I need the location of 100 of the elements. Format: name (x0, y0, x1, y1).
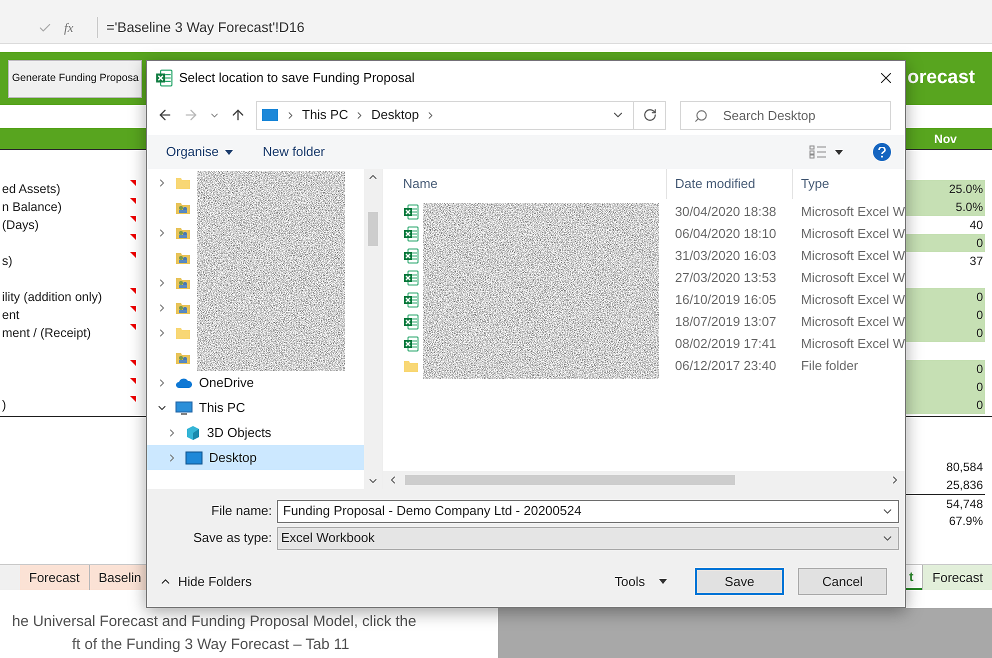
date-modified: 08/02/2019 17:41 (674, 335, 778, 354)
file-row[interactable]: 06/04/2020 18:10 Microsoft Excel W (382, 223, 905, 245)
breadcrumb-item[interactable]: Desktop (371, 105, 419, 125)
cloud-icon (175, 376, 193, 388)
month-header: Nov (933, 131, 958, 148)
file-type: File folder (800, 357, 860, 376)
file-type: Microsoft Excel W (800, 203, 905, 222)
row-label: (Days) (2, 216, 39, 234)
function-button[interactable]: fx (64, 18, 74, 38)
spreadsheet-icon (402, 226, 419, 242)
value-cell: 0 (906, 288, 985, 306)
nav-label: 3D Objects (207, 424, 272, 442)
file-type: Microsoft Excel W (800, 313, 905, 332)
save-type-dropdown[interactable]: Excel Workbook (277, 526, 899, 550)
row-label: ) (2, 396, 6, 414)
spreadsheet-icon (155, 69, 173, 87)
dropdown-icon (659, 579, 667, 584)
file-type: Microsoft Excel W (800, 335, 905, 354)
toolbar-button[interactable]: Organise (166, 142, 233, 162)
date-modified: 31/03/2020 16:03 (674, 247, 778, 266)
file-name-field[interactable]: Funding Proposal - Demo Company Ltd - 20200524 (277, 500, 899, 522)
field-label: Save as type: (192, 529, 272, 548)
nav-item[interactable]: 3D Objects (147, 420, 364, 445)
dialog-button[interactable]: Save (695, 568, 784, 595)
date-modified: 18/07/2019 13:07 (674, 313, 778, 332)
row-label: ent (2, 306, 20, 324)
column-header[interactable]: Type (792, 169, 905, 199)
row-label: ment / (Receipt) (2, 324, 91, 342)
tools-button[interactable]: Tools (614, 572, 667, 592)
total-value: 67.9% (948, 513, 984, 530)
row-label: n Balance) (2, 198, 62, 216)
field-label: File name: (210, 502, 272, 520)
help-icon[interactable] (873, 143, 891, 161)
value-cell: 0 (906, 378, 985, 396)
sheet-tab[interactable]: Forecast (922, 565, 992, 590)
computer-icon (261, 108, 279, 122)
file-type: Microsoft Excel W (800, 225, 905, 244)
formula-text[interactable]: ='Baseline 3 Way Forecast'!D16 (97, 17, 305, 38)
spreadsheet-icon (402, 336, 419, 352)
refresh-button[interactable] (634, 100, 666, 130)
back-icon[interactable] (157, 107, 173, 123)
spreadsheet-icon (402, 292, 419, 308)
spreadsheet-icon (402, 204, 419, 220)
file-type: Microsoft Excel W (800, 247, 905, 266)
value-cell: 0 (906, 234, 985, 252)
address-bar[interactable]: This PC Desktop (256, 100, 634, 130)
value-cell: 0 (906, 306, 985, 324)
file-row[interactable]: 18/07/2019 13:07 Microsoft Excel W (382, 311, 905, 333)
nav-item[interactable]: This PC (147, 395, 364, 420)
value-cell: 0 (906, 360, 985, 378)
total-value: 80,584 (945, 459, 984, 476)
spreadsheet-icon (402, 270, 419, 286)
dialog-button[interactable]: Cancel (798, 568, 887, 595)
refresh-icon (642, 108, 656, 122)
file-row[interactable]: 27/03/2020 13:53 Microsoft Excel W (382, 267, 905, 289)
file-type: Microsoft Excel W (800, 269, 905, 288)
hide-folders-button[interactable]: Hide Folders (159, 572, 252, 592)
up-icon[interactable] (230, 107, 246, 123)
file-row[interactable]: 31/03/2020 16:03 Microsoft Excel W (382, 245, 905, 267)
value-cell: 0 (906, 396, 985, 414)
row-label: ility (addition only) (2, 288, 102, 306)
spreadsheet-icon (402, 248, 419, 264)
scroll-thumb[interactable] (368, 212, 378, 246)
folder-icon (402, 358, 419, 374)
dialog-title: Select location to save Funding Proposal (179, 69, 416, 88)
search-field[interactable]: Search Desktop (680, 100, 891, 130)
desktop-icon (185, 450, 203, 464)
date-modified: 16/10/2019 16:05 (674, 291, 778, 310)
sheet-tab[interactable]: Forecast (20, 565, 90, 590)
search-icon (694, 108, 708, 122)
nav-item[interactable]: Desktop (147, 445, 364, 470)
column-header[interactable]: Date modified (666, 169, 793, 199)
computer-icon (175, 400, 193, 416)
file-row[interactable]: 06/12/2017 23:40 File folder (382, 355, 905, 377)
date-modified: 06/12/2017 23:40 (674, 357, 778, 376)
column-header[interactable]: Name (382, 169, 667, 199)
file-row[interactable]: 16/10/2019 16:05 Microsoft Excel W (382, 289, 905, 311)
scrollbar[interactable] (364, 169, 382, 489)
cube-icon (185, 424, 201, 440)
value-cell: 25.0% (906, 180, 985, 198)
toolbar-button[interactable]: New folder (262, 142, 325, 162)
date-modified: 30/04/2020 18:38 (674, 203, 778, 222)
value-cell: 5.0% (906, 198, 985, 216)
instruction-text: he Universal Forecast and Funding Proposal Model, click the (12, 612, 418, 632)
spreadsheet-icon (402, 314, 419, 330)
row-label: s) (2, 252, 12, 270)
nav-label: Desktop (209, 448, 257, 467)
nav-item[interactable]: OneDrive (147, 370, 364, 395)
view-list-icon[interactable] (809, 145, 827, 159)
file-row[interactable]: 08/02/2019 17:41 Microsoft Excel W (382, 333, 905, 355)
generate-button[interactable]: Generate Funding Proposa (8, 60, 142, 98)
total-value: 25,836 (945, 477, 984, 494)
banner-title: orecast (907, 66, 975, 90)
breadcrumb-item[interactable]: This PC (302, 105, 348, 125)
nav-label: OneDrive (199, 374, 254, 392)
nav-label: This PC (199, 398, 246, 417)
date-modified: 06/04/2020 18:10 (674, 225, 778, 244)
file-type: Microsoft Excel W (800, 291, 905, 310)
row-label: ed Assets) (2, 180, 60, 198)
file-row[interactable]: 30/04/2020 18:38 Microsoft Excel W (382, 201, 905, 223)
